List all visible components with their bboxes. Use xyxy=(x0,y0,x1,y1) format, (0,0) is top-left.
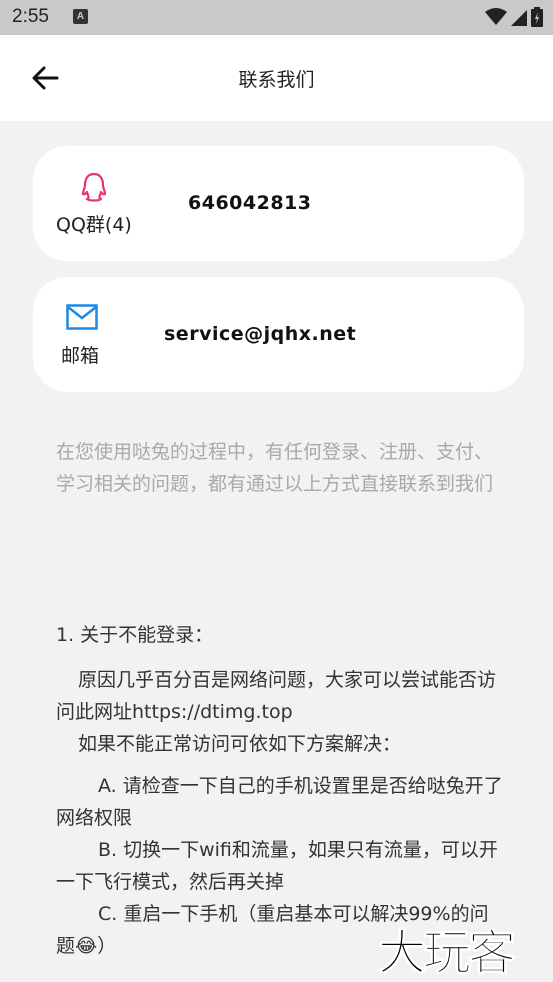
email-address[interactable]: service@jqhx.net xyxy=(164,323,356,345)
watermark-logo: 大玩客 xyxy=(377,925,516,982)
email-card[interactable]: 邮箱 service@jqhx.net xyxy=(33,277,524,392)
signal-icon xyxy=(511,10,527,26)
faq-section: 1. 关于不能登录： 原因几乎百分百是网络问题，大家可以尝试能否访问此网址htt… xyxy=(56,619,506,962)
qq-group-number[interactable]: 646042813 xyxy=(188,192,311,214)
status-time: 2:55 xyxy=(12,6,49,27)
page-title: 联系我们 xyxy=(238,69,315,91)
status-icons xyxy=(485,7,543,27)
notification-icon: A xyxy=(73,9,88,24)
app-bar: 联系我们 xyxy=(0,35,553,121)
qq-group-label: QQ群(4) xyxy=(56,214,132,236)
mail-icon xyxy=(66,304,98,330)
wifi-icon xyxy=(485,8,507,25)
intro-text: 在您使用哒兔的过程中，有任何登录、注册、支付、学习相关的问题，都有通过以上方式直… xyxy=(56,441,494,495)
faq-answer-line1: 原因几乎百分百是网络问题，大家可以尝试能否访问此网址https://dtimg.… xyxy=(56,669,497,723)
battery-icon xyxy=(531,7,543,27)
email-label: 邮箱 xyxy=(61,345,100,367)
qq-icon xyxy=(81,172,107,202)
faq-answer-line2: 如果不能正常访问可依如下方案解决： xyxy=(78,733,402,755)
faq-solution-b: B. 切换一下wifi和流量，如果只有流量，可以开一下飞行模式，然后再关掉 xyxy=(56,839,498,893)
faq-solution-a: A. 请检查一下自己的手机设置里是否给哒兔开了网络权限 xyxy=(56,775,503,829)
qq-group-card[interactable]: QQ群(4) 646042813 xyxy=(33,146,524,261)
faq-question: 1. 关于不能登录： xyxy=(56,624,214,646)
status-bar: 2:55 A xyxy=(0,0,553,35)
